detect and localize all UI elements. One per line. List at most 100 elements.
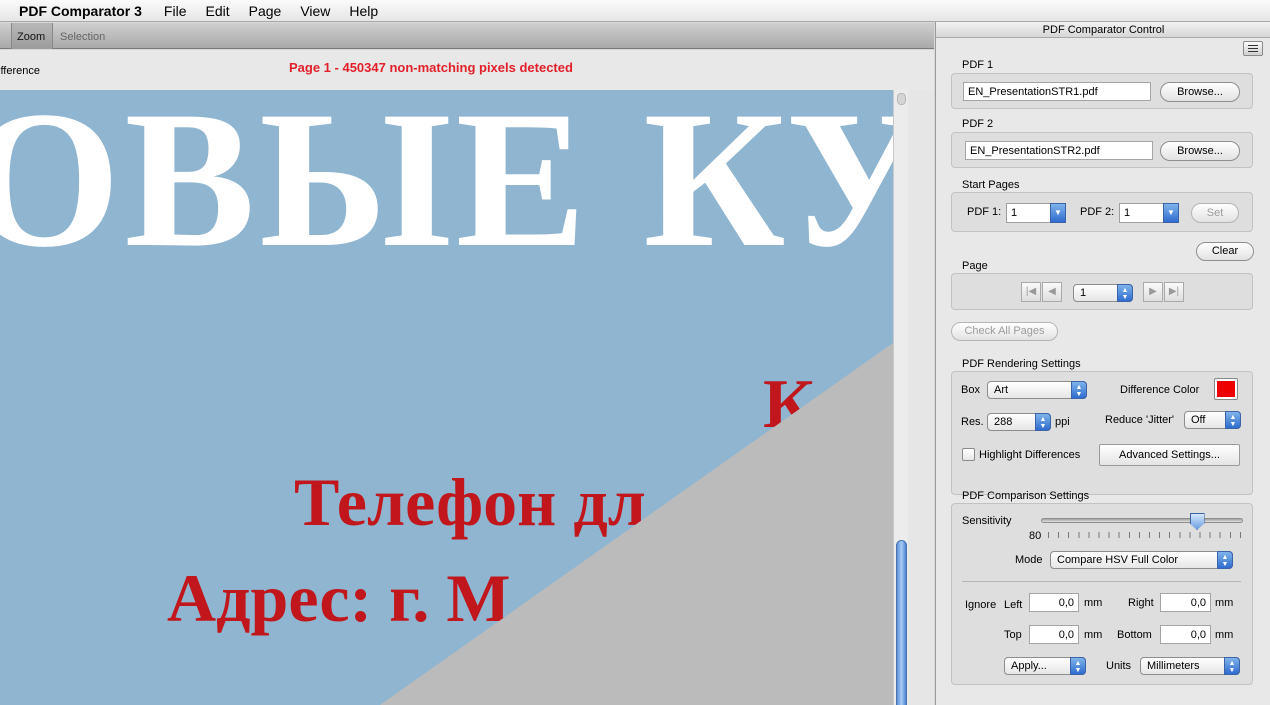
apply-popup-label: Apply... bbox=[1011, 660, 1047, 672]
bottom-margin-field[interactable]: 0,0 bbox=[1160, 625, 1211, 644]
panel-toggle-icon[interactable] bbox=[1243, 41, 1263, 56]
pdf1-browse-button[interactable]: Browse... bbox=[1160, 82, 1240, 102]
menu-page[interactable]: Page bbox=[249, 3, 282, 19]
left-margin-field[interactable]: 0,0 bbox=[1029, 593, 1079, 612]
control-panel: PDF Comparator Control PDF 1 EN_Presenta… bbox=[935, 22, 1270, 705]
sensitivity-slider-knob[interactable] bbox=[1189, 513, 1205, 530]
difference-color-well[interactable] bbox=[1214, 378, 1238, 400]
start-pages-label: Start Pages bbox=[962, 179, 1020, 191]
highlight-differences-label: Highlight Differences bbox=[979, 449, 1081, 461]
last-page-icon[interactable]: ▶| bbox=[1164, 282, 1184, 302]
scrollbar-top-cap bbox=[897, 93, 906, 105]
page-select[interactable]: 1 ▲ ▼ bbox=[1073, 284, 1133, 302]
menu-bar: PDF Comparator 3 File Edit Page View Hel… bbox=[0, 0, 1270, 22]
page-nav-forward: ▶ ▶| bbox=[1143, 282, 1184, 302]
start-pdf2-label: PDF 2: bbox=[1080, 206, 1115, 218]
next-page-icon[interactable]: ▶ bbox=[1143, 282, 1163, 302]
right-margin-field[interactable]: 0,0 bbox=[1160, 593, 1211, 612]
mode-label: Mode bbox=[1015, 554, 1043, 566]
start-pdf2-combo[interactable]: 1 ▼ bbox=[1119, 203, 1179, 223]
difference-color-swatch bbox=[1217, 381, 1235, 397]
menu-edit[interactable]: Edit bbox=[205, 3, 229, 19]
previous-page-icon[interactable]: ◀ bbox=[1042, 282, 1062, 302]
right-margin-label: Right bbox=[1128, 597, 1154, 609]
app-menu[interactable]: PDF Comparator 3 bbox=[19, 3, 142, 19]
bottom-margin-unit: mm bbox=[1215, 629, 1234, 641]
units-select-value: Millimeters bbox=[1147, 660, 1200, 672]
document-window-edge bbox=[908, 90, 934, 705]
sensitivity-label: Sensitivity bbox=[962, 515, 1012, 527]
set-start-pages-button[interactable]: Set bbox=[1191, 203, 1239, 223]
pdf2-label: PDF 2 bbox=[962, 118, 994, 130]
apply-popup[interactable]: Apply... ▲ ▼ bbox=[1004, 657, 1086, 675]
page-overlay-region bbox=[380, 343, 893, 705]
reduce-jitter-label: Reduce 'Jitter' bbox=[1105, 414, 1175, 426]
top-margin-unit: mm bbox=[1084, 629, 1103, 641]
pdf2-browse-button[interactable]: Browse... bbox=[1160, 141, 1240, 161]
comparison-settings-label: PDF Comparison Settings bbox=[962, 490, 1090, 502]
units-select[interactable]: Millimeters ▲ ▼ bbox=[1140, 657, 1240, 675]
view-mode-label: ifference bbox=[0, 65, 40, 77]
box-label: Box bbox=[961, 384, 980, 396]
clear-button[interactable]: Clear bbox=[1196, 242, 1254, 261]
page-viewer[interactable]: ОВЫЕ КУ К Телефон дл Адрес: г. М bbox=[0, 90, 893, 705]
rendering-settings-label: PDF Rendering Settings bbox=[962, 358, 1081, 370]
comparison-status: Page 1 - 450347 non-matching pixels dete… bbox=[289, 60, 573, 75]
resolution-label: Res. bbox=[961, 416, 984, 428]
bottom-margin-label: Bottom bbox=[1117, 629, 1152, 641]
box-select[interactable]: Art ▲ ▼ bbox=[987, 381, 1087, 399]
units-label: Units bbox=[1106, 660, 1132, 672]
reduce-jitter-select[interactable]: Off ▲ ▼ bbox=[1184, 411, 1241, 429]
mode-select[interactable]: Compare HSV Full Color ▲ ▼ bbox=[1050, 551, 1233, 569]
updown-arrows-icon: ▲ ▼ bbox=[1225, 411, 1241, 429]
pdf2-group: EN_PresentationSTR2.pdf Browse... bbox=[951, 132, 1253, 168]
updown-arrows-icon: ▲ ▼ bbox=[1117, 284, 1133, 302]
divider bbox=[962, 581, 1241, 582]
reduce-jitter-value: Off bbox=[1191, 414, 1206, 426]
left-margin-label: Left bbox=[1004, 599, 1023, 611]
zoom-tool-button[interactable]: Zoom bbox=[11, 23, 53, 49]
menu-file[interactable]: File bbox=[164, 3, 187, 19]
menu-view[interactable]: View bbox=[300, 3, 330, 19]
difference-color-label: Difference Color bbox=[1120, 384, 1200, 396]
comparison-settings-group: Sensitivity 80 Mode Compare HSV Full Col… bbox=[951, 503, 1253, 685]
start-pdf1-label: PDF 1: bbox=[967, 206, 1002, 218]
box-select-value: Art bbox=[994, 384, 1009, 396]
top-margin-label: Top bbox=[1004, 629, 1022, 641]
resolution-value: 288 bbox=[994, 416, 1013, 428]
check-all-pages-button[interactable]: Check All Pages bbox=[951, 322, 1058, 341]
updown-arrows-icon: ▲ ▼ bbox=[1217, 551, 1233, 569]
chevron-down-icon: ▼ bbox=[1050, 203, 1066, 223]
advanced-settings-button[interactable]: Advanced Settings... bbox=[1099, 444, 1240, 466]
sensitivity-ticks bbox=[1048, 532, 1243, 538]
right-margin-unit: mm bbox=[1215, 597, 1234, 609]
start-pages-group: PDF 1: 1 ▼ PDF 2: 1 ▼ Set bbox=[951, 192, 1253, 232]
sensitivity-slider-track[interactable] bbox=[1041, 518, 1243, 523]
page-nav-group: |◀ ◀ 1 ▲ ▼ ▶ ▶| bbox=[951, 273, 1253, 310]
chevron-down-icon: ▼ bbox=[1163, 203, 1179, 223]
ignore-label: Ignore bbox=[965, 599, 997, 611]
pdf1-group: EN_PresentationSTR1.pdf Browse... bbox=[951, 73, 1253, 109]
panel-title: PDF Comparator Control bbox=[936, 22, 1270, 38]
pdf1-file-field[interactable]: EN_PresentationSTR1.pdf bbox=[963, 82, 1151, 101]
page-label: Page bbox=[962, 260, 988, 272]
toolbar: Zoom Selection bbox=[0, 23, 934, 49]
selection-tool-button[interactable]: Selection bbox=[55, 23, 110, 49]
updown-arrows-icon: ▲ ▼ bbox=[1070, 657, 1086, 675]
first-page-icon[interactable]: |◀ bbox=[1021, 282, 1041, 302]
rendering-settings-group: Box Art ▲ ▼ Difference Color Res. 288 ▲ ▼ … bbox=[951, 371, 1253, 495]
vertical-scrollbar[interactable] bbox=[893, 90, 908, 705]
document-window: ifference Page 1 - 450347 non-matching p… bbox=[0, 50, 934, 705]
left-margin-unit: mm bbox=[1084, 597, 1103, 609]
page-nav-back: |◀ ◀ bbox=[1021, 282, 1062, 302]
menu-help[interactable]: Help bbox=[349, 3, 378, 19]
scrollbar-thumb[interactable] bbox=[896, 540, 907, 705]
page-select-value: 1 bbox=[1080, 287, 1087, 299]
resolution-select[interactable]: 288 ▲ ▼ bbox=[987, 413, 1051, 431]
top-margin-field[interactable]: 0,0 bbox=[1029, 625, 1079, 644]
highlight-differences-checkbox[interactable] bbox=[962, 448, 975, 461]
start-pdf2-value: 1 bbox=[1124, 207, 1131, 219]
start-pdf1-combo[interactable]: 1 ▼ bbox=[1006, 203, 1066, 223]
updown-arrows-icon: ▲ ▼ bbox=[1035, 413, 1051, 431]
pdf2-file-field[interactable]: EN_PresentationSTR2.pdf bbox=[965, 141, 1153, 160]
